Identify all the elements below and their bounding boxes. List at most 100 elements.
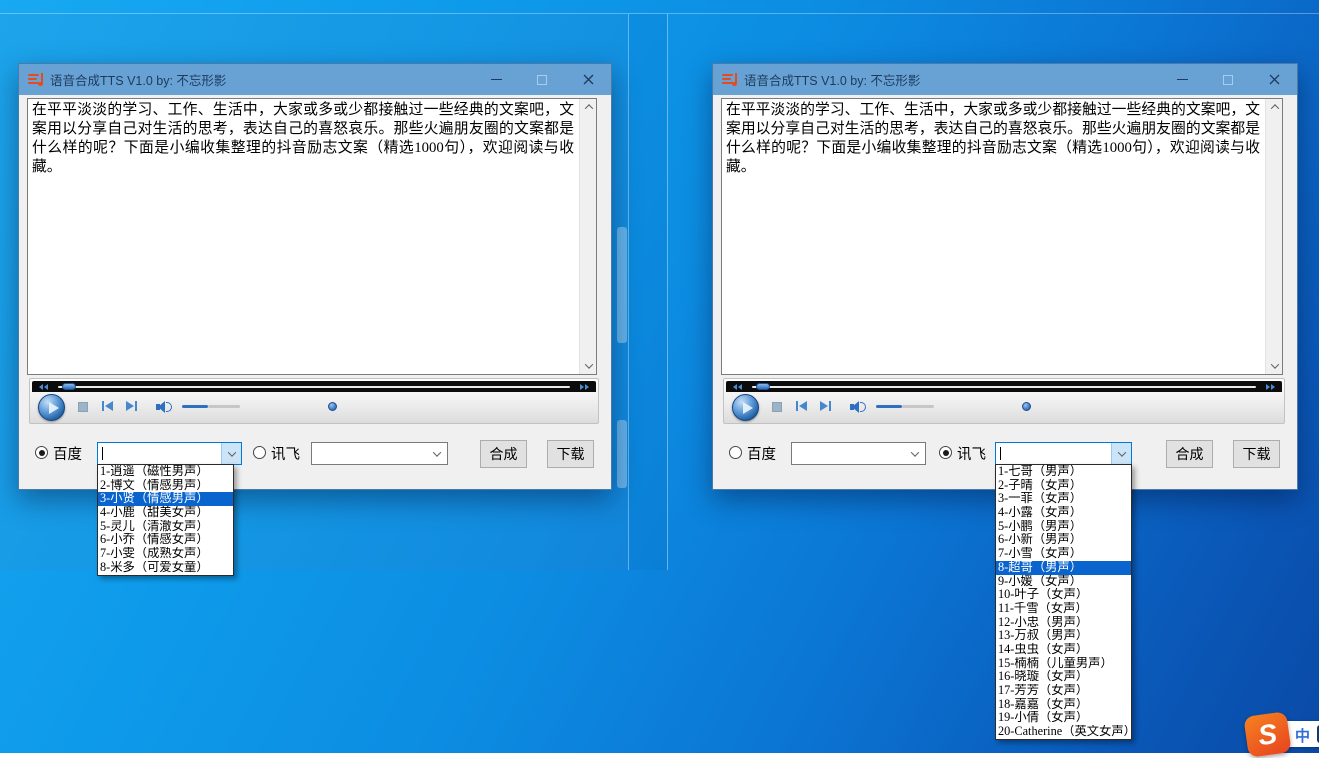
baidu-label: 百度 <box>53 443 82 464</box>
app-icon <box>27 72 43 88</box>
maximize-button[interactable] <box>1205 64 1251 95</box>
text-input-area[interactable]: 在平平淡淡的学习、工作、生活中，大家或多或少都接触过一些经典的文案吧，文案用以分… <box>721 98 1283 375</box>
seek-thumb[interactable] <box>756 383 770 390</box>
baidu-voice-combobox[interactable] <box>791 442 926 465</box>
xunfei-radio[interactable] <box>253 446 266 459</box>
scroll-up-icon[interactable] <box>1266 99 1283 115</box>
dropdown-option[interactable]: 3-一菲（女声） <box>996 492 1131 506</box>
document-text: 在平平淡淡的学习、工作、生活中，大家或多或少都接触过一些经典的文案吧，文案用以分… <box>726 101 1260 372</box>
seek-thumb[interactable] <box>62 383 76 390</box>
dropdown-option[interactable]: 3-小贤（情感男声） <box>98 492 233 506</box>
play-button[interactable] <box>732 394 759 421</box>
dropdown-option[interactable]: 2-子晴（女声） <box>996 479 1131 493</box>
volume-thumb[interactable] <box>1022 402 1031 411</box>
download-button[interactable]: 下载 <box>547 440 594 468</box>
dropdown-option[interactable]: 1-七哥（男声） <box>996 465 1131 479</box>
dropdown-option[interactable]: 6-小乔（情感女声） <box>98 533 233 547</box>
mute-button[interactable] <box>850 401 866 413</box>
dropdown-option[interactable]: 2-博文（情感男声） <box>98 479 233 493</box>
chevron-down-icon[interactable] <box>905 443 925 464</box>
dropdown-option[interactable]: 18-嘉嘉（女声） <box>996 698 1131 712</box>
synthesize-button[interactable]: 合成 <box>1166 440 1213 468</box>
maximize-button[interactable] <box>519 64 565 95</box>
volume-thumb[interactable] <box>328 402 337 411</box>
mute-button[interactable] <box>156 401 172 413</box>
dropdown-option[interactable]: 5-小鹏（男声） <box>996 520 1131 534</box>
ime-mode-label[interactable]: 中 <box>1295 725 1310 746</box>
titlebar[interactable]: 语音合成TTS V1.0 by: 不忘形影 <box>19 64 611 95</box>
next-button[interactable] <box>126 401 137 411</box>
text-input-area[interactable]: 在平平淡淡的学习、工作、生活中，大家或多或少都接触过一些经典的文案吧，文案用以分… <box>27 98 597 375</box>
dropdown-option[interactable]: 19-小倩（女声） <box>996 711 1131 725</box>
next-button[interactable] <box>820 401 831 411</box>
baidu-voice-combobox[interactable] <box>97 442 242 465</box>
xunfei-radio[interactable] <box>939 446 952 459</box>
chevron-down-icon[interactable] <box>427 443 447 464</box>
dropdown-option[interactable]: 7-小雪（女声） <box>996 547 1131 561</box>
dropdown-option[interactable]: 8-超哥（男声） <box>996 561 1131 575</box>
dropdown-option[interactable]: 17-芳芳（女声） <box>996 684 1131 698</box>
previous-button[interactable] <box>796 401 807 411</box>
close-button[interactable] <box>1251 64 1297 95</box>
app-icon <box>721 72 737 88</box>
baidu-radio[interactable] <box>729 446 742 459</box>
close-icon <box>583 74 594 85</box>
minimize-icon <box>1177 79 1188 80</box>
seek-track[interactable] <box>752 386 1256 388</box>
dropdown-option[interactable]: 5-灵儿（清澈女声） <box>98 520 233 534</box>
sogou-logo-icon[interactable]: S <box>1243 711 1291 758</box>
dropdown-option[interactable]: 10-叶子（女声） <box>996 588 1131 602</box>
synthesize-button[interactable]: 合成 <box>480 440 527 468</box>
dropdown-option[interactable]: 6-小新（男声） <box>996 533 1131 547</box>
play-icon <box>743 402 753 414</box>
dropdown-option[interactable]: 16-晓璇（女声） <box>996 670 1131 684</box>
close-button[interactable] <box>565 64 611 95</box>
seek-bar[interactable] <box>32 381 596 392</box>
play-button[interactable] <box>38 394 65 421</box>
volume-slider[interactable] <box>876 405 934 408</box>
stop-button[interactable] <box>78 402 88 412</box>
dropdown-option[interactable]: 8-米多（可爱女童） <box>98 561 233 575</box>
textarea-scrollbar[interactable] <box>579 99 596 374</box>
chevron-down-icon[interactable] <box>221 443 241 464</box>
dropdown-option[interactable]: 15-楠楠（儿童男声） <box>996 657 1131 671</box>
background-highlight-strip <box>617 227 627 343</box>
volume-slider[interactable] <box>182 405 240 408</box>
download-button[interactable]: 下载 <box>1233 440 1280 468</box>
dropdown-option[interactable]: 7-小雯（成熟女声） <box>98 547 233 561</box>
minimize-button[interactable] <box>473 64 519 95</box>
dropdown-option[interactable]: 9-小媛（女声） <box>996 575 1131 589</box>
dropdown-option[interactable]: 11-千雪（女声） <box>996 602 1131 616</box>
chevron-down-icon[interactable] <box>1111 443 1131 464</box>
media-player <box>29 378 599 424</box>
scroll-down-icon[interactable] <box>1266 358 1283 374</box>
rewind-icon[interactable] <box>39 384 48 390</box>
dropdown-option[interactable]: 1-逍遥（磁性男声） <box>98 465 233 479</box>
maximize-icon <box>1223 75 1233 85</box>
dropdown-option[interactable]: 20-Catherine（英文女声） <box>996 725 1131 739</box>
stop-button[interactable] <box>772 402 782 412</box>
xunfei-voice-combobox[interactable] <box>995 442 1132 465</box>
dropdown-option[interactable]: 4-小露（女声） <box>996 506 1131 520</box>
dropdown-option[interactable]: 13-万叔（男声） <box>996 629 1131 643</box>
fast-forward-icon[interactable] <box>580 384 589 390</box>
titlebar[interactable]: 语音合成TTS V1.0 by: 不忘形影 <box>713 64 1297 95</box>
scroll-up-icon[interactable] <box>580 99 597 115</box>
maximize-icon <box>537 75 547 85</box>
baidu-radio[interactable] <box>35 446 48 459</box>
baidu-voice-dropdown-list: 1-逍遥（磁性男声）2-博文（情感男声）3-小贤（情感男声）4-小鹿（甜美女声）… <box>97 464 234 576</box>
fast-forward-icon[interactable] <box>1266 384 1275 390</box>
play-icon <box>49 402 59 414</box>
previous-button[interactable] <box>102 401 113 411</box>
scroll-down-icon[interactable] <box>580 358 597 374</box>
seek-bar[interactable] <box>726 381 1282 392</box>
dropdown-option[interactable]: 12-小忠（男声） <box>996 616 1131 630</box>
dropdown-option[interactable]: 4-小鹿（甜美女声） <box>98 506 233 520</box>
xunfei-voice-combobox[interactable] <box>311 442 448 465</box>
seek-track[interactable] <box>58 386 570 388</box>
xunfei-label: 讯飞 <box>271 443 300 464</box>
rewind-icon[interactable] <box>733 384 742 390</box>
dropdown-option[interactable]: 14-虫虫（女声） <box>996 643 1131 657</box>
minimize-button[interactable] <box>1159 64 1205 95</box>
textarea-scrollbar[interactable] <box>1265 99 1282 374</box>
